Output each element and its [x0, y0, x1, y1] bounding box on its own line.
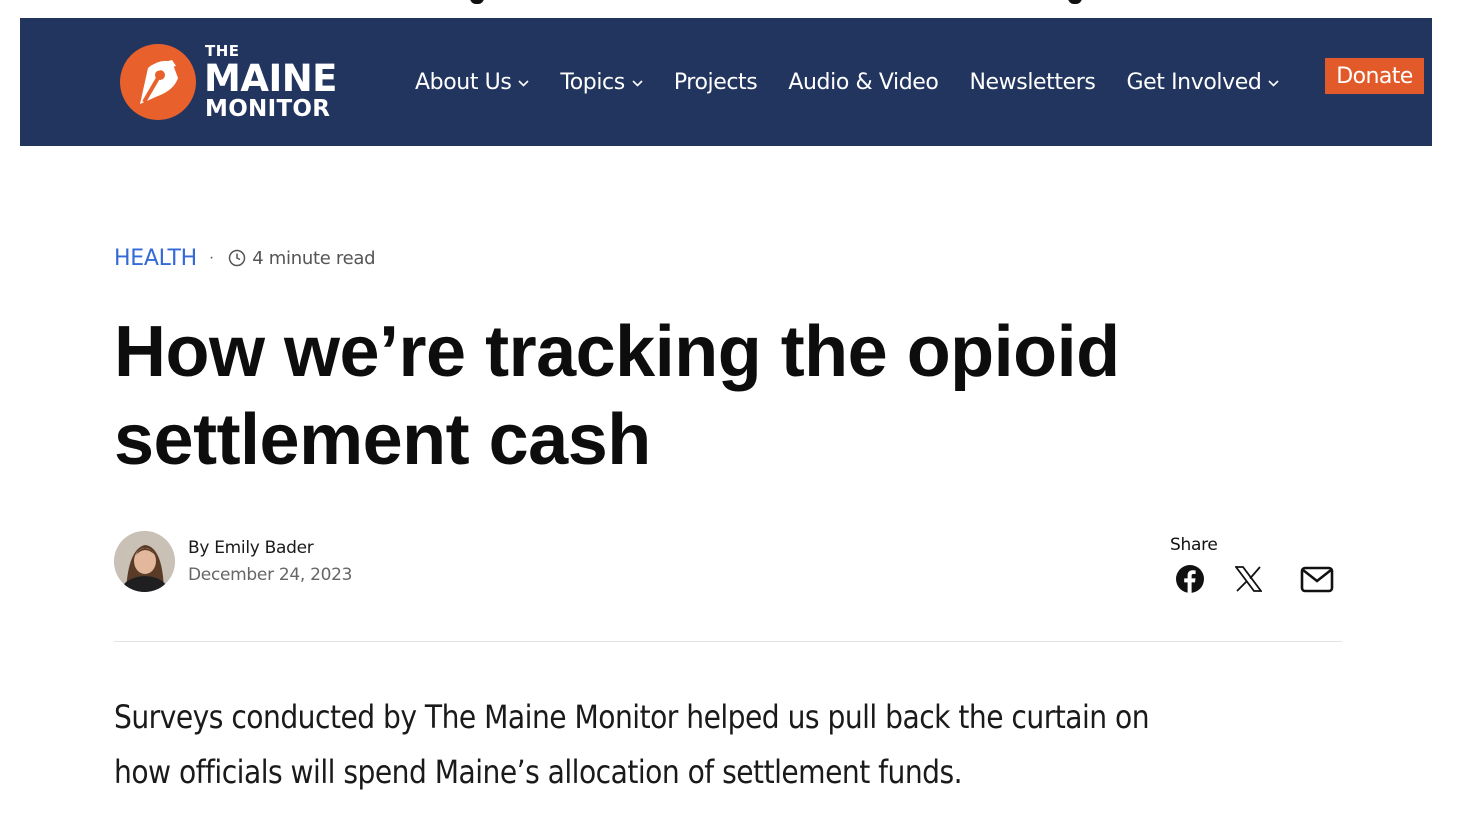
nav-get-involved[interactable]: Get Involved: [1126, 69, 1280, 95]
cropped-text-above: [0, 0, 1462, 6]
nav-about-us[interactable]: About Us: [415, 70, 529, 95]
logo-maine: MAINE: [204, 57, 337, 100]
divider: [114, 641, 1342, 642]
nav-projects[interactable]: Projects: [674, 70, 758, 95]
chevron-down-icon: [632, 79, 643, 87]
nav-topics-label: Topics: [560, 69, 625, 95]
nav-topics[interactable]: Topics: [560, 69, 643, 95]
category-link[interactable]: HEALTH: [114, 246, 197, 271]
chevron-down-icon: [518, 79, 529, 87]
pen-nib-logo-icon: [120, 44, 196, 120]
share-label: Share: [1170, 535, 1218, 555]
x-twitter-icon[interactable]: [1235, 566, 1262, 592]
article-title: How we’re tracking the opioid settlement…: [114, 312, 1120, 480]
article-meta: HEALTH · 4 minute read: [114, 243, 376, 273]
nav-get-involved-label: Get Involved: [1126, 69, 1262, 95]
site-header: THE MAINE MONITOR About Us Topics Projec…: [20, 18, 1432, 146]
facebook-icon[interactable]: [1176, 565, 1204, 593]
logo-monitor: MONITOR: [205, 96, 331, 122]
nav-newsletters-label: Newsletters: [969, 69, 1096, 95]
logo-wordmark: THE MAINE MONITOR: [204, 40, 344, 124]
nav-projects-label: Projects: [673, 69, 758, 95]
byline-text: By Emily Bader December 24, 2023: [188, 539, 353, 585]
publish-date: December 24, 2023: [188, 564, 353, 585]
read-time: 4 minute read: [252, 247, 376, 269]
chevron-down-icon: [1268, 79, 1280, 87]
author-name[interactable]: By Emily Bader: [188, 539, 352, 557]
donate-button[interactable]: Donate: [1325, 58, 1424, 94]
main-nav: About Us Topics Projects Audio & Video N…: [415, 18, 1310, 146]
share-section: Share: [1170, 535, 1340, 605]
author-avatar[interactable]: [114, 531, 175, 592]
nav-audio-video[interactable]: Audio & Video: [788, 69, 939, 95]
nav-about-us-label: About Us: [415, 69, 512, 95]
byline: By Emily Bader December 24, 2023: [114, 531, 352, 592]
clock-icon: [228, 249, 246, 267]
nav-newsletters[interactable]: Newsletters: [969, 70, 1095, 95]
nav-audio-video-label: Audio & Video: [788, 69, 939, 95]
site-logo[interactable]: THE MAINE MONITOR: [120, 32, 344, 132]
envelope-icon[interactable]: [1300, 566, 1334, 593]
article-dek: Surveys conducted by The Maine Monitor h…: [114, 698, 1150, 791]
meta-separator: ·: [208, 249, 215, 266]
